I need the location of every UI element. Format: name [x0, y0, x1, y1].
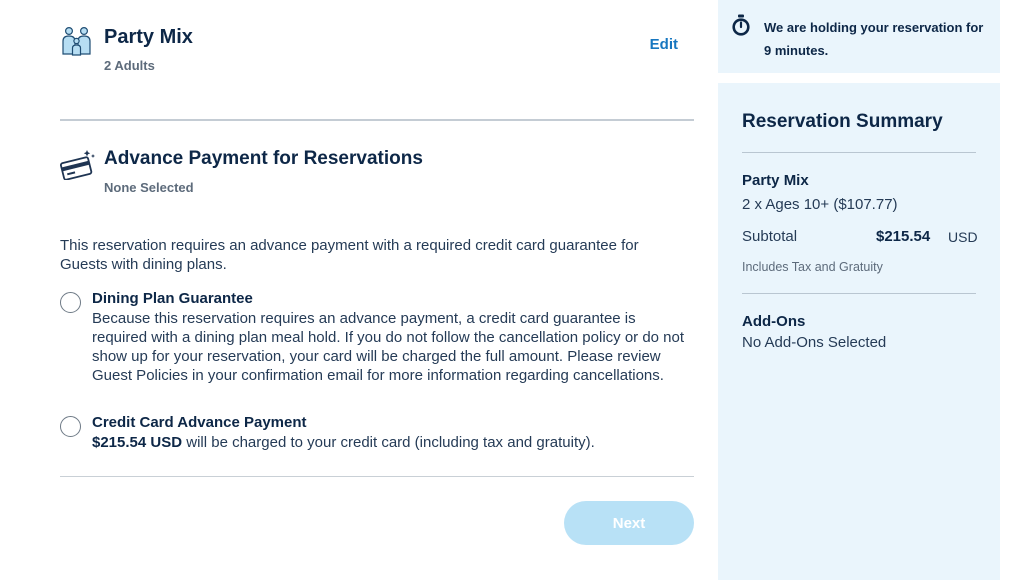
advance-payment-status: None Selected — [104, 180, 194, 195]
section-divider — [60, 119, 694, 121]
next-button[interactable]: Next — [564, 501, 694, 545]
reservation-summary: Reservation Summary Party Mix 2 x Ages 1… — [718, 83, 1000, 580]
subtotal-value: $215.54 — [876, 228, 931, 245]
credit-card-advance-payment-description: $215.54 USD will be charged to your cred… — [92, 433, 692, 452]
reservation-page: Party Mix 2 Adults Edit Advance Payment … — [0, 0, 1015, 580]
summary-ages-line: 2 x Ages 10+ ($107.77) — [742, 196, 898, 213]
party-size: 2 Adults — [104, 58, 155, 73]
timer-icon — [732, 14, 750, 36]
summary-title: Reservation Summary — [742, 111, 943, 132]
payment-amount: $215.54 USD — [92, 434, 183, 451]
addons-value: No Add-Ons Selected — [742, 334, 887, 351]
dining-plan-guarantee-description: Because this reservation requires an adv… — [92, 310, 685, 384]
credit-card-advance-payment-radio[interactable] — [60, 416, 81, 437]
party-title: Party Mix — [104, 26, 193, 48]
hold-notice-text: We are holding your reservation for 9 mi… — [764, 20, 984, 58]
payment-amount-note: will be charged to your credit card (inc… — [182, 434, 595, 451]
tax-note: Includes Tax and Gratuity — [742, 260, 883, 274]
addons-title: Add-Ons — [742, 313, 806, 330]
party-section: Party Mix 2 Adults Edit — [60, 22, 694, 82]
family-icon — [60, 24, 94, 58]
subtotal-currency: USD — [948, 229, 978, 245]
main-column: Party Mix 2 Adults Edit Advance Payment … — [60, 0, 694, 580]
edit-party-link[interactable]: Edit — [650, 36, 678, 53]
summary-divider — [742, 152, 976, 153]
advance-payment-header: Advance Payment for Reservations None Se… — [60, 144, 694, 204]
advance-payment-intro: This reservation requires an advance pay… — [60, 237, 639, 273]
credit-card-advance-payment-title: Credit Card Advance Payment — [92, 414, 307, 431]
advance-payment-title: Advance Payment for Reservations — [104, 148, 423, 169]
footer-divider — [60, 476, 694, 477]
summary-party-name: Party Mix — [742, 172, 809, 189]
subtotal-label: Subtotal — [742, 228, 798, 245]
dining-plan-guarantee-radio[interactable] — [60, 292, 81, 313]
dining-plan-guarantee-title: Dining Plan Guarantee — [92, 290, 253, 307]
summary-divider — [742, 293, 976, 294]
hold-notice: We are holding your reservation for 9 mi… — [718, 0, 1000, 73]
credit-card-icon — [60, 148, 96, 181]
